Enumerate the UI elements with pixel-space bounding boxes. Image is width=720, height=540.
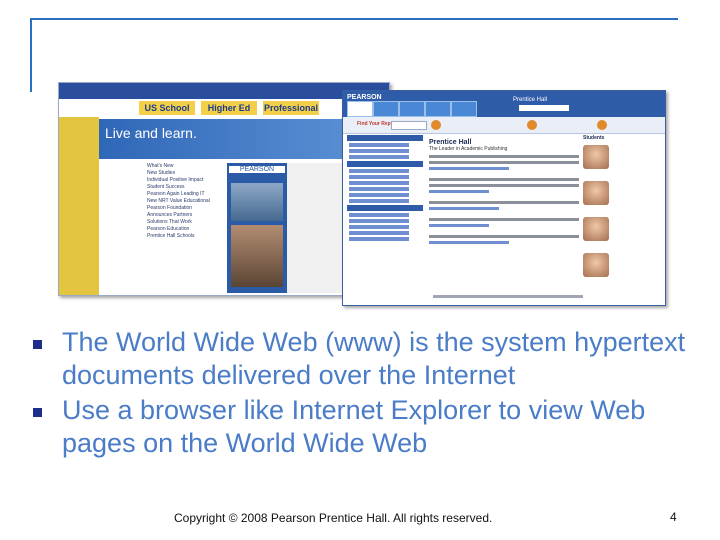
text-line [429,161,579,164]
front-tab [451,101,477,117]
list-item: Announces Partners [147,212,193,218]
back-promo-logo: PEARSON [229,166,285,173]
front-search-label: Find Your Rep [357,121,391,127]
tab-professional: Professional [263,101,319,115]
front-main-content: Prentice Hall The Leader in Academic Pub… [429,139,579,301]
go-button-icon [431,120,441,130]
text-line [429,218,579,221]
bullet-text: The World Wide Web (www) is the system h… [62,327,686,390]
back-link-list: What's New New Studies Individual Positi… [147,163,217,240]
list-item: Individual Positive Impact [147,177,204,183]
text-line [429,155,579,158]
nav-link [349,175,409,179]
student-photo [583,217,609,241]
list-item: Solutions That Work [147,219,192,225]
page-number: 4 [670,510,677,524]
bullet-square-icon [33,340,42,349]
bullet-square-icon [33,408,42,417]
bullet-item: The World Wide Web (www) is the system h… [30,326,690,392]
copyright-text: Copyright © 2008 Pearson Prentice Hall. … [174,511,493,525]
nav-link [349,219,409,223]
list-item: New NRT Value Educational [147,198,210,204]
nav-link [349,149,409,153]
nav-link [349,225,409,229]
front-section-label: Prentice Hall [513,97,548,103]
go-button-icon [527,120,537,130]
nav-link [349,143,409,147]
front-search-input [391,121,427,130]
front-footer-line [433,295,583,298]
front-right-column: Students [583,135,661,301]
bullet-item: Use a browser like Internet Explorer to … [30,394,690,460]
back-promo-panel: PEARSON [227,163,287,293]
back-promo-image [231,183,283,221]
frame-top-line [30,18,678,20]
front-nav [347,135,425,301]
front-main-tagline: The Leader in Academic Publishing [429,146,508,152]
nav-link [349,169,409,173]
text-line [429,184,579,187]
front-tab [399,101,425,117]
text-line [429,178,579,181]
list-item: Prentice Hall Schools [147,233,195,239]
frame-left-line [30,18,32,92]
nav-link [349,193,409,197]
student-photo [583,145,609,169]
link-line [429,167,509,170]
nav-header [347,205,423,211]
front-tab [425,101,451,117]
tab-us-school: US School [139,101,195,115]
nav-link [349,213,409,217]
back-sidebar [59,117,99,295]
front-select [519,105,569,111]
text-line [429,235,579,238]
back-banner-text: Live and learn. [105,125,197,141]
prentice-hall-site-screenshot: PEARSON Prentice Hall Find Your Rep Pren… [342,90,666,306]
nav-link [349,181,409,185]
nav-header [347,135,423,141]
front-right-heading: Students [583,135,605,141]
student-photo [583,181,609,205]
list-item: Pearson Again Leading IT [147,191,205,197]
list-item: Pearson Education [147,226,190,232]
list-item: Pearson Foundation [147,205,193,211]
pearson-site-screenshot: US School Higher Ed Professional Live an… [58,82,390,296]
back-top-strip [59,83,389,99]
front-tab [373,101,399,117]
list-item: New Studies [147,170,176,176]
list-item: Student Success [147,184,185,190]
back-tab-row: US School Higher Ed Professional [139,101,319,115]
go-button-icon [597,120,607,130]
front-main-title: Prentice Hall [429,139,472,146]
back-promo-photo [231,225,283,287]
link-line [429,224,489,227]
front-tab-active [347,101,373,117]
front-brand-logo: PEARSON [347,94,382,101]
bullet-text: Use a browser like Internet Explorer to … [62,395,646,458]
nav-link [349,231,409,235]
nav-link [349,155,409,159]
link-line [429,190,489,193]
link-line [429,207,499,210]
nav-link [349,187,409,191]
nav-link [349,199,409,203]
bullet-list: The World Wide Web (www) is the system h… [30,326,690,462]
nav-header [347,161,423,167]
nav-link [349,237,409,241]
tab-higher-ed: Higher Ed [201,101,257,115]
student-photo [583,253,609,277]
link-line [429,241,509,244]
text-line [429,201,579,204]
list-item: What's New [147,163,174,169]
